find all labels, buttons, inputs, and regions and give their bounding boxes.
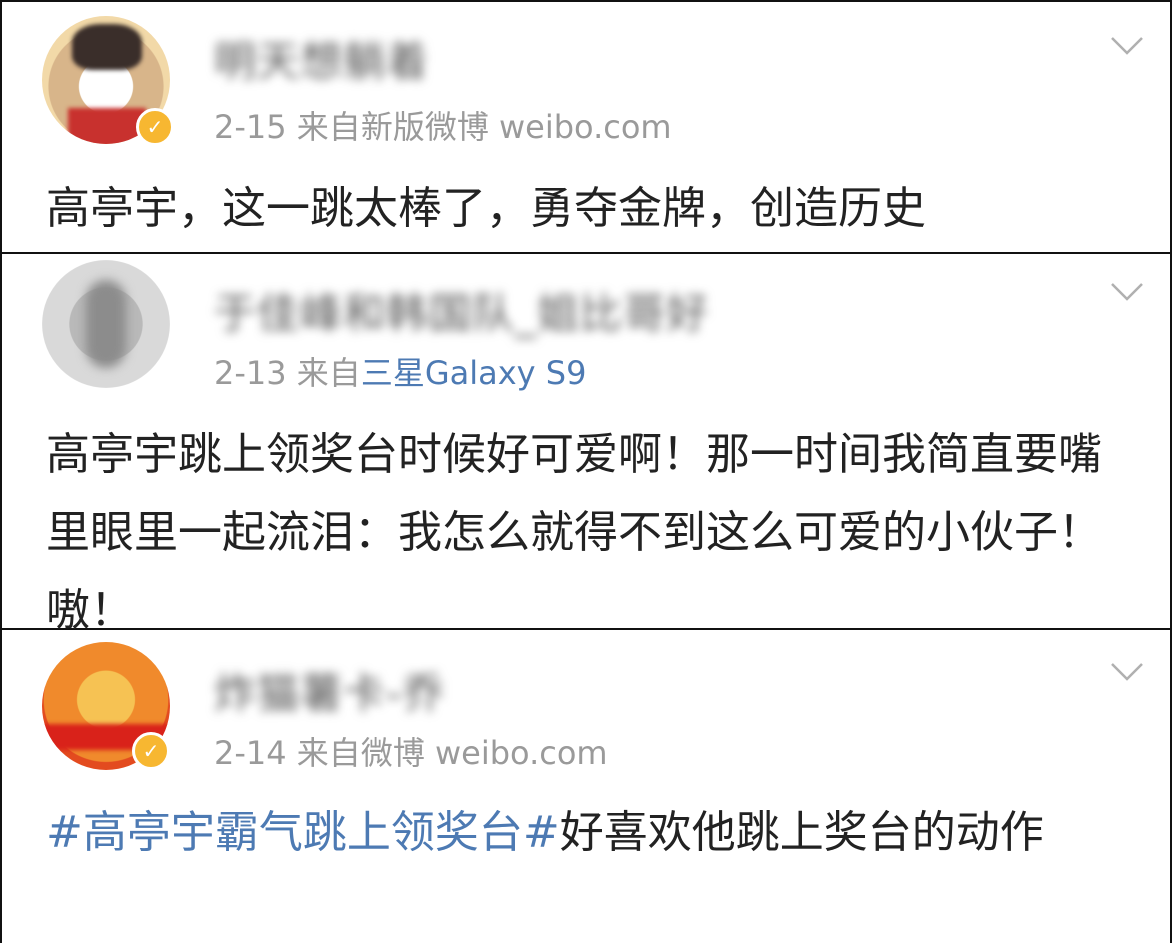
post-content: #高亭宇霸气跳上领奖台#好喜欢他跳上奖台的动作: [46, 794, 1130, 872]
chevron-down-icon[interactable]: [1110, 36, 1144, 56]
post-date: 2-15: [214, 108, 287, 146]
post-card: 于佳峰和韩国队_姐比哥好 2-13 来自三星Galaxy S9 高亭宇跳上领奖台…: [2, 254, 1170, 636]
post-source-link[interactable]: 三星Galaxy S9: [361, 354, 587, 392]
username[interactable]: 于佳峰和韩国队_姐比哥好: [214, 280, 709, 341]
post-content: 高亭宇跳上领奖台时候好可爱啊！那一时间我简直要嘴里眼里一起流泪：我怎么就得不到这…: [46, 429, 1102, 636]
chevron-down-icon[interactable]: [1110, 662, 1144, 682]
source-prefix: 来自: [296, 108, 361, 146]
post-date: 2-14: [214, 734, 287, 772]
post-card: ✓ 明天想躺着 2-15 来自新版微博 weibo.com 高亭宇，这一跳太棒了…: [2, 2, 1170, 254]
weibo-comment-list: ✓ 明天想躺着 2-15 来自新版微博 weibo.com 高亭宇，这一跳太棒了…: [0, 0, 1172, 945]
post-card: ✓ 炸猫薯卡-乔 2-14 来自微博 weibo.com #高亭宇霸气跳上领奖台…: [2, 630, 1170, 945]
source-prefix: 来自: [296, 354, 361, 392]
chevron-down-icon[interactable]: [1110, 282, 1144, 302]
verified-badge-icon: ✓: [132, 732, 170, 770]
post-source: 微博 weibo.com: [360, 734, 608, 772]
post-content-text: 好喜欢他跳上奖台的动作: [559, 807, 1044, 858]
source-prefix: 来自: [296, 734, 361, 772]
post-content: 高亭宇，这一跳太棒了，勇夺金牌，创造历史: [46, 183, 926, 234]
post-source: 新版微博 weibo.com: [360, 108, 672, 146]
username[interactable]: 明天想躺着: [214, 28, 429, 89]
post-date: 2-13: [214, 354, 287, 392]
topic-hashtag-link[interactable]: #高亭宇霸气跳上领奖台#: [46, 807, 560, 858]
post-meta: 2-15 来自新版微博 weibo.com: [214, 102, 672, 148]
verified-badge-icon: ✓: [136, 108, 174, 146]
avatar[interactable]: [42, 260, 170, 388]
username[interactable]: 炸猫薯卡-乔: [214, 660, 445, 721]
post-meta: 2-13 来自三星Galaxy S9: [214, 348, 586, 394]
post-meta: 2-14 来自微博 weibo.com: [214, 728, 608, 774]
